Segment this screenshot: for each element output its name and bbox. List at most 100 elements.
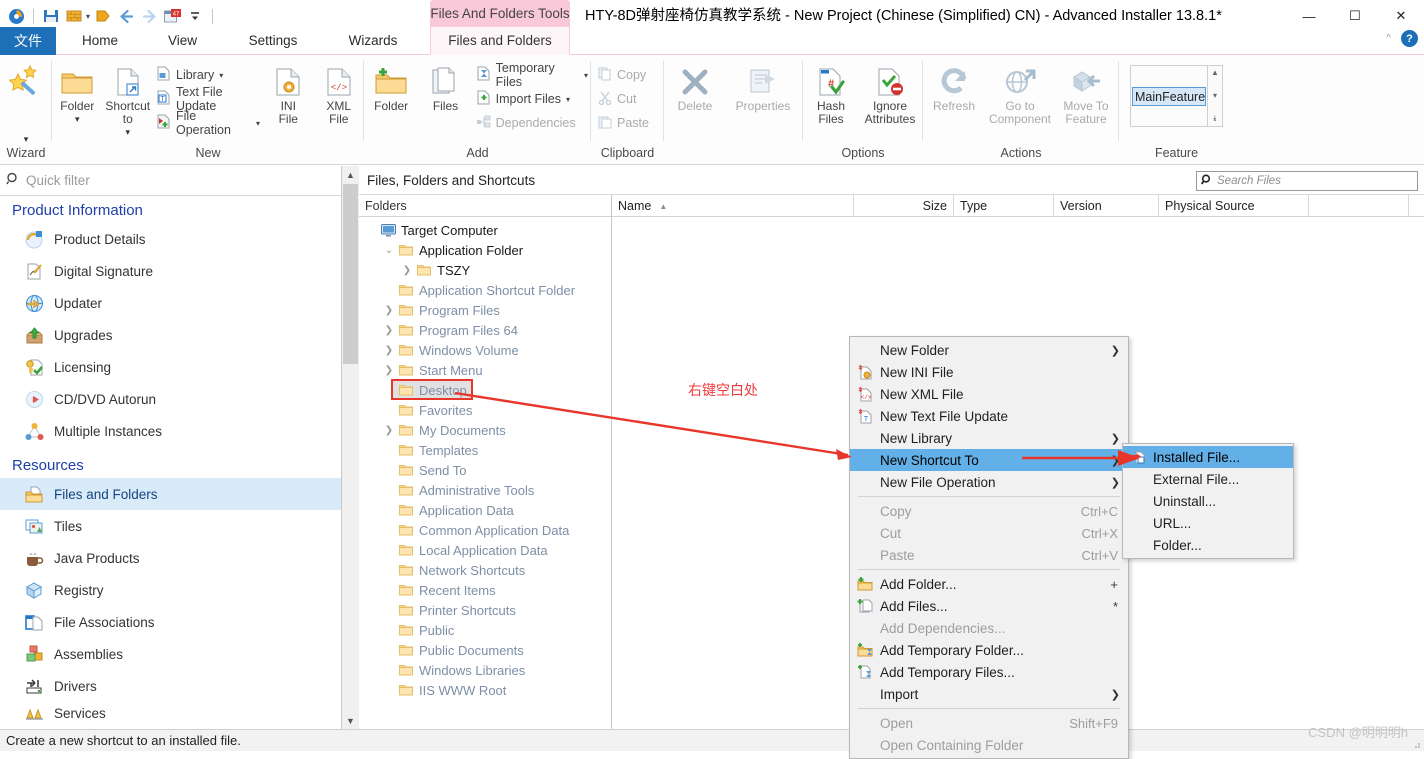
- tree-item-application-folder[interactable]: ⌄ Application Folder: [359, 240, 611, 260]
- tree-item-favorites[interactable]: Favorites: [359, 400, 611, 420]
- column-header-name[interactable]: Name ▲: [612, 195, 854, 217]
- tree-item-printer-shortcuts[interactable]: Printer Shortcuts: [359, 600, 611, 620]
- sidebar-item-product-details[interactable]: Product Details: [0, 223, 341, 255]
- build-icon[interactable]: [64, 6, 84, 26]
- tree-item-administrative-tools[interactable]: Administrative Tools: [359, 480, 611, 500]
- new-xml-file-button[interactable]: </> XML File: [314, 61, 365, 126]
- customize-qat-icon[interactable]: [185, 6, 205, 26]
- column-header-type[interactable]: Type: [954, 195, 1054, 217]
- new-library-dropdown-caret-icon[interactable]: ▾: [219, 71, 223, 80]
- chevron-right-icon[interactable]: ❯: [381, 425, 397, 436]
- column-header-version[interactable]: Version: [1054, 195, 1159, 217]
- back-icon[interactable]: [116, 6, 136, 26]
- sidebar-item-multiple-instances[interactable]: Multiple Instances: [0, 415, 341, 447]
- tree-item-my-documents[interactable]: ❯ My Documents: [359, 420, 611, 440]
- feature-selected-item[interactable]: MainFeature: [1132, 87, 1206, 106]
- menu-item-add-temporary-files[interactable]: Add Temporary Files...: [850, 661, 1128, 683]
- new-library-button[interactable]: Library ▾: [153, 63, 263, 87]
- tree-item-public[interactable]: Public: [359, 620, 611, 640]
- menu-item-add-folder[interactable]: Add Folder... +: [850, 573, 1128, 595]
- feature-scroll-down-icon[interactable]: ⯯: [1213, 114, 1218, 124]
- new-ini-file-button[interactable]: INI File: [263, 61, 314, 126]
- files-list-header[interactable]: Name ▲ Size Type Version Physical Source: [612, 195, 1424, 217]
- scroll-down-icon[interactable]: ▼: [342, 712, 359, 729]
- sidebar-item-upgrades[interactable]: Upgrades: [0, 319, 341, 351]
- menu-item-new-library[interactable]: New Library ❯: [850, 427, 1128, 449]
- tree-item-target-computer[interactable]: Target Computer: [359, 220, 611, 240]
- temporary-files-button[interactable]: Temporary Files ▾: [473, 61, 591, 89]
- tree-item-windows-volume[interactable]: ❯ Windows Volume: [359, 340, 611, 360]
- search-files-box[interactable]: Search Files: [1196, 171, 1418, 191]
- file-operation-button[interactable]: File Operation ▾: [153, 109, 263, 137]
- menu-item-new-shortcut-to[interactable]: New Shortcut To ❯: [850, 449, 1128, 471]
- new-shortcut-submenu[interactable]: Installed File... External File... Uninsta…: [1122, 443, 1294, 559]
- sidebar-item-java-products[interactable]: Java Products: [0, 542, 341, 574]
- sidebar-item-assemblies[interactable]: Assemblies: [0, 638, 341, 670]
- sidebar-item-cd-dvd-autorun[interactable]: CD/DVD Autorun: [0, 383, 341, 415]
- tab-files-and-folders[interactable]: Files and Folders: [430, 27, 570, 55]
- sidebar-item-licensing[interactable]: Licensing: [0, 351, 341, 383]
- tab-home[interactable]: Home: [60, 27, 140, 55]
- chevron-right-icon[interactable]: ❯: [381, 305, 397, 316]
- menu-item-import[interactable]: Import ❯: [850, 683, 1128, 705]
- feature-list-scrollbar[interactable]: ▲ ▾ ⯯: [1208, 65, 1223, 127]
- left-panel-scrollbar[interactable]: ▲ ▼: [342, 166, 359, 729]
- tab-settings[interactable]: Settings: [228, 27, 318, 55]
- feature-scroll-thumb-icon[interactable]: ▾: [1213, 91, 1217, 100]
- new-shortcut-button[interactable]: Shortcut to ▾: [103, 61, 154, 139]
- tree-item-program-files[interactable]: ❯ Program Files: [359, 300, 611, 320]
- sidebar-item-file-associations[interactable]: File Associations: [0, 606, 341, 638]
- tree-item-local-application-data[interactable]: Local Application Data: [359, 540, 611, 560]
- submenu-item-uninstall[interactable]: Uninstall...: [1123, 490, 1293, 512]
- menu-item-add-temporary-folder[interactable]: Add Temporary Folder...: [850, 639, 1128, 661]
- hash-files-button[interactable]: # Hash Files: [803, 61, 859, 126]
- save-icon[interactable]: [41, 6, 61, 26]
- submenu-item-external-file[interactable]: External File...: [1123, 468, 1293, 490]
- sidebar-item-updater[interactable]: Updater: [0, 287, 341, 319]
- tree-item-application-data[interactable]: Application Data: [359, 500, 611, 520]
- column-header-physical-source[interactable]: Physical Source: [1159, 195, 1309, 217]
- new-folder-dropdown-caret-icon[interactable]: ▾: [75, 113, 80, 126]
- feature-list[interactable]: MainFeature: [1130, 65, 1208, 127]
- menu-item-new-xml-file[interactable]: </> New XML File: [850, 383, 1128, 405]
- tree-item-templates[interactable]: Templates: [359, 440, 611, 460]
- submenu-item-installed-file[interactable]: Installed File...: [1123, 446, 1293, 468]
- chevron-right-icon[interactable]: ❯: [381, 325, 397, 336]
- new-folder-button[interactable]: Folder ▾: [52, 61, 103, 126]
- file-operation-dropdown-caret-icon[interactable]: ▾: [256, 119, 260, 128]
- sidebar-item-services[interactable]: Services: [0, 702, 341, 724]
- context-menu[interactable]: New Folder ❯ New INI File </> New XML File T N…: [849, 336, 1129, 759]
- text-file-update-button[interactable]: T Text File Update: [153, 85, 263, 113]
- temporary-files-dropdown-caret-icon[interactable]: ▾: [584, 71, 588, 80]
- menu-item-new-folder[interactable]: New Folder ❯: [850, 339, 1128, 361]
- tree-item-recent-items[interactable]: Recent Items: [359, 580, 611, 600]
- tree-item-desktop[interactable]: Desktop: [359, 379, 611, 400]
- calendar-icon[interactable]: 47: [162, 6, 182, 26]
- sidebar-item-digital-signature[interactable]: Digital Signature: [0, 255, 341, 287]
- add-files-ribbon-button[interactable]: Files: [418, 61, 472, 113]
- menu-item-new-ini-file[interactable]: New INI File: [850, 361, 1128, 383]
- sidebar-item-drivers[interactable]: Drivers: [0, 670, 341, 702]
- help-icon[interactable]: ?: [1401, 30, 1418, 47]
- tree-item-program-files-64[interactable]: ❯ Program Files 64: [359, 320, 611, 340]
- tree-item-windows-libraries[interactable]: Windows Libraries: [359, 660, 611, 680]
- submenu-item-url[interactable]: URL...: [1123, 512, 1293, 534]
- menu-item-new-text-file-update[interactable]: T New Text File Update: [850, 405, 1128, 427]
- chevron-right-icon[interactable]: ❯: [381, 365, 397, 376]
- chevron-down-icon[interactable]: ⌄: [381, 245, 397, 256]
- quick-filter-input[interactable]: Quick filter: [26, 173, 90, 188]
- import-files-button[interactable]: Import Files ▾: [473, 87, 591, 111]
- scroll-thumb[interactable]: [343, 184, 358, 364]
- menu-item-new-file-operation[interactable]: New File Operation ❯: [850, 471, 1128, 493]
- tab-view[interactable]: View: [145, 27, 220, 55]
- forward-icon[interactable]: [139, 6, 159, 26]
- sidebar-item-tiles[interactable]: Tiles: [0, 510, 341, 542]
- wizard-dropdown-caret-icon[interactable]: ▾: [0, 134, 52, 145]
- tree-item-send-to[interactable]: Send To: [359, 460, 611, 480]
- feature-scroll-up-icon[interactable]: ▲: [1211, 68, 1219, 77]
- column-header-blank[interactable]: [1309, 195, 1409, 217]
- tree-item-network-shortcuts[interactable]: Network Shortcuts: [359, 560, 611, 580]
- wizard-button[interactable]: [0, 61, 52, 100]
- tree-item-common-application-data[interactable]: Common Application Data: [359, 520, 611, 540]
- chevron-right-icon[interactable]: ❯: [399, 265, 415, 276]
